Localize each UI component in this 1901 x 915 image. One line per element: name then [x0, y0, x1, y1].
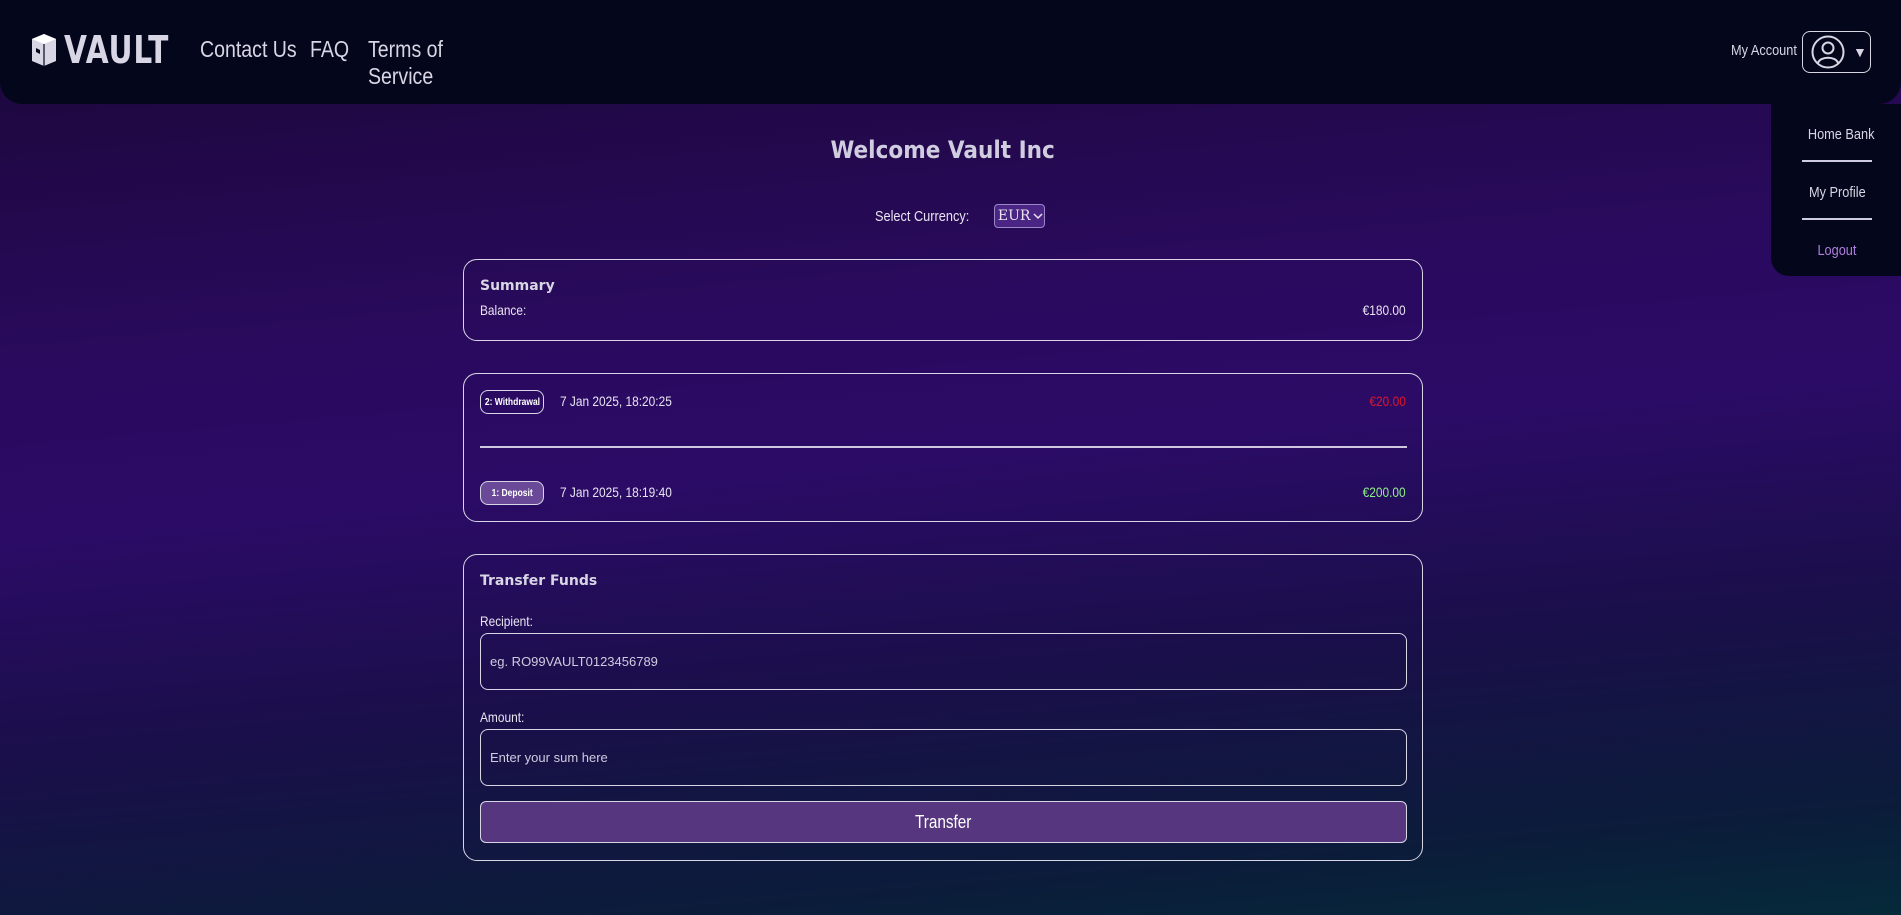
currency-selector: Select Currency: EUR — [875, 204, 1045, 228]
balance-value: €180.00 — [1362, 302, 1406, 318]
transfer-title: Transfer Funds — [480, 573, 598, 589]
currency-value: EUR — [997, 208, 1031, 224]
transaction-date: 7 Jan 2025, 18:19:40 — [560, 484, 672, 500]
transactions-card: 2: Withdrawal 7 Jan 2025, 18:20:25 €20.0… — [463, 373, 1423, 522]
top-navbar: VAULT Contact Us FAQ Terms of Service My… — [0, 0, 1901, 104]
recipient-input[interactable] — [480, 633, 1407, 690]
recipient-label: Recipient: — [480, 613, 533, 629]
vault-box-icon — [32, 34, 56, 66]
nav-faq[interactable]: FAQ — [310, 36, 366, 90]
currency-select[interactable]: EUR — [993, 204, 1045, 228]
vault-logo[interactable]: VAULT — [30, 30, 199, 70]
chevron-down-icon — [1033, 213, 1043, 220]
transfer-funds-card: Transfer Funds Recipient: Amount: Transf… — [463, 554, 1423, 861]
main-nav: Contact Us FAQ Terms of Service — [200, 36, 510, 90]
transaction-date: 7 Jan 2025, 18:20:25 — [560, 393, 672, 409]
page-title: Welcome Vault Inc — [830, 136, 1056, 164]
caret-down-icon: ▼ — [1853, 44, 1867, 60]
transaction-badge-withdrawal: 2: Withdrawal — [480, 390, 544, 414]
amount-input[interactable] — [480, 729, 1407, 786]
transfer-button[interactable]: Transfer — [480, 801, 1407, 843]
summary-card: Summary Balance: €180.00 — [463, 259, 1423, 341]
account-dropdown-menu: Home Bank My Profile Logout — [1771, 104, 1901, 276]
menu-divider — [1802, 218, 1872, 220]
transaction-amount-withdrawal: €20.00 — [1369, 393, 1406, 409]
amount-label: Amount: — [480, 709, 525, 725]
logo-text: VAULT — [64, 28, 170, 72]
balance-label: Balance: — [480, 302, 527, 318]
summary-title: Summary — [480, 278, 555, 294]
nav-terms-of-service[interactable]: Terms of Service — [368, 36, 496, 90]
user-avatar-icon — [1811, 35, 1845, 69]
transaction-badge-deposit: 1: Deposit — [480, 481, 544, 505]
currency-label: Select Currency: — [875, 207, 970, 225]
account-menu-button[interactable]: ▼ — [1802, 31, 1871, 73]
my-account-label: My Account — [1731, 42, 1797, 59]
nav-contact-us[interactable]: Contact Us — [200, 36, 300, 90]
menu-item-my-profile[interactable]: My Profile — [1802, 184, 1872, 201]
transaction-divider — [480, 446, 1407, 448]
transaction-amount-deposit: €200.00 — [1362, 484, 1406, 500]
menu-item-logout[interactable]: Logout — [1802, 242, 1872, 259]
